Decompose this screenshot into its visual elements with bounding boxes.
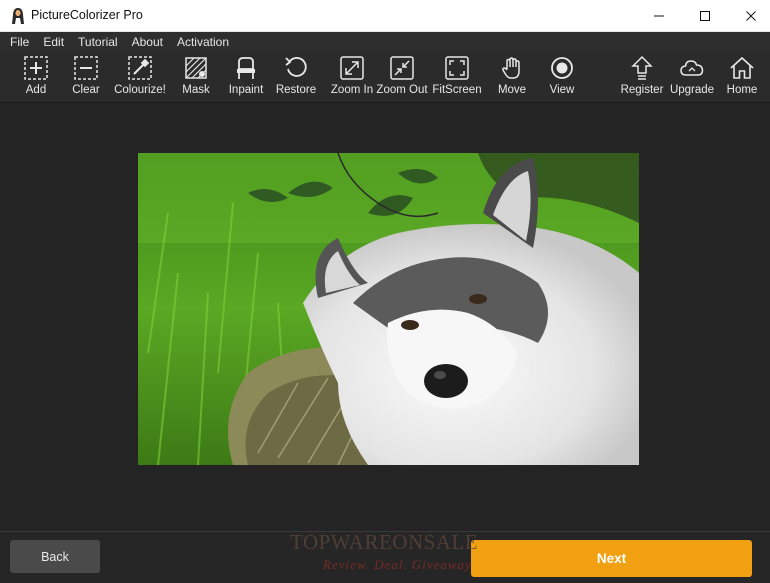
view-icon — [551, 57, 573, 79]
restore-button[interactable]: Restore — [275, 55, 317, 101]
menu-file[interactable]: File — [3, 32, 36, 52]
menu-activation[interactable]: Activation — [170, 32, 236, 52]
next-label: Next — [596, 551, 627, 566]
register-icon — [631, 55, 653, 80]
fit-screen-button[interactable]: FitScreen — [432, 55, 482, 101]
colourize-label: Colourize! — [114, 84, 166, 96]
home-button[interactable]: Home — [722, 55, 762, 101]
menu-tutorial[interactable]: Tutorial — [71, 32, 125, 52]
inpaint-button[interactable]: Inpaint — [227, 55, 265, 101]
zoom-in-icon — [340, 56, 364, 80]
colourize-icon — [128, 56, 152, 80]
upgrade-label: Upgrade — [669, 84, 715, 96]
add-button[interactable]: Add — [22, 55, 50, 101]
move-label: Move — [497, 84, 527, 96]
minimize-button[interactable] — [636, 0, 682, 31]
menu-bar: File Edit Tutorial About Activation — [0, 32, 770, 52]
window-title: PictureColorizer Pro — [31, 8, 143, 22]
upgrade-button[interactable]: Upgrade — [668, 55, 716, 101]
bottom-bar: Back Next — [0, 531, 770, 583]
cloud-icon — [680, 60, 704, 76]
restore-icon — [285, 57, 307, 77]
mask-icon — [185, 57, 207, 79]
maximize-button[interactable] — [682, 0, 728, 31]
back-label: Back — [41, 549, 69, 564]
back-button[interactable]: Back — [10, 540, 100, 573]
zoom-in-button[interactable]: Zoom In — [331, 55, 373, 101]
view-button[interactable]: View — [546, 55, 578, 101]
clear-icon — [74, 56, 98, 80]
image-canvas[interactable] — [0, 102, 770, 531]
register-button[interactable]: Register — [619, 55, 665, 101]
inpaint-icon — [237, 57, 255, 79]
restore-label: Restore — [275, 84, 317, 96]
menu-edit[interactable]: Edit — [36, 32, 71, 52]
fit-screen-icon — [445, 56, 469, 80]
zoom-in-label: Zoom In — [330, 84, 374, 96]
mask-button[interactable]: Mask — [180, 55, 212, 101]
menu-about[interactable]: About — [125, 32, 170, 52]
fit-screen-label: FitScreen — [432, 84, 482, 96]
toolbar: Add Clear Colourize! Mask Inpaint Restor… — [0, 52, 770, 102]
hand-icon — [502, 57, 520, 79]
mask-label: Mask — [182, 84, 210, 96]
colourize-button[interactable]: Colourize! — [114, 55, 166, 101]
close-button[interactable] — [728, 0, 770, 31]
home-label: Home — [726, 84, 758, 96]
app-logo-icon — [12, 8, 24, 24]
inpaint-label: Inpaint — [228, 84, 264, 96]
register-label: Register — [620, 84, 664, 96]
title-bar: PictureColorizer Pro — [0, 0, 770, 32]
zoom-out-label: Zoom Out — [376, 84, 428, 96]
photo-image — [138, 153, 639, 465]
close-icon — [746, 10, 756, 21]
add-icon — [24, 56, 48, 80]
maximize-icon — [700, 10, 710, 21]
zoom-out-icon — [390, 56, 414, 80]
add-label: Add — [25, 84, 47, 96]
home-icon — [730, 56, 754, 79]
clear-label: Clear — [72, 84, 100, 96]
clear-button[interactable]: Clear — [70, 55, 102, 101]
minimize-icon — [654, 15, 664, 16]
view-label: View — [549, 84, 575, 96]
next-button[interactable]: Next — [471, 540, 752, 577]
zoom-out-button[interactable]: Zoom Out — [376, 55, 428, 101]
move-button[interactable]: Move — [494, 55, 530, 101]
dog-photo — [138, 153, 639, 465]
